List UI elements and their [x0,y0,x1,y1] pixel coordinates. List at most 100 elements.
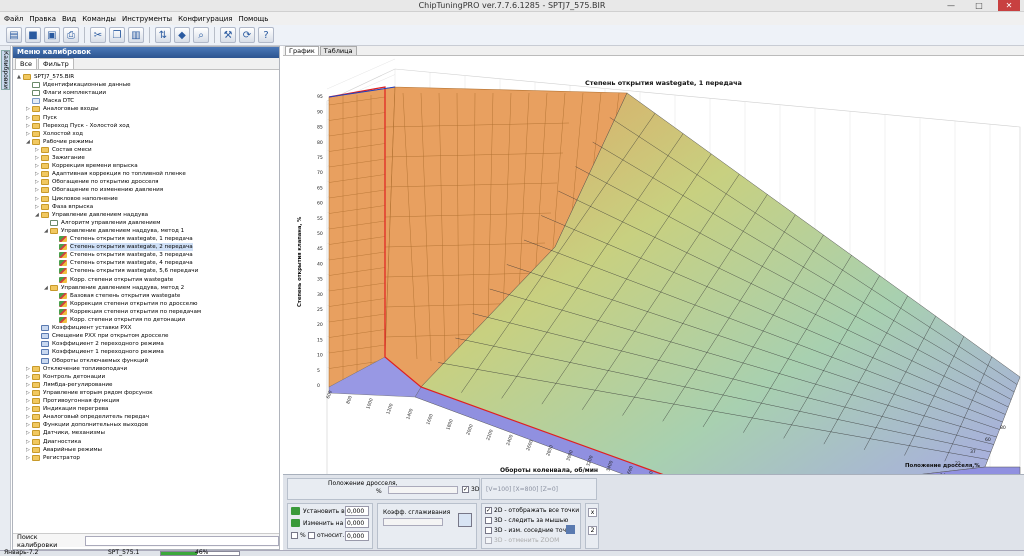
search-input[interactable] [85,535,279,546]
tree-item[interactable]: Коррекция степени открытия по передачам [53,308,201,316]
tree-item[interactable]: ▷ Управление вторым рядом форсунок [26,389,153,397]
compare-icon[interactable]: ⇅ [155,27,171,43]
help-icon[interactable]: ? [258,27,274,43]
surface-plot-3d[interactable]: 0 5 10 15 20 25 30 35 40 45 50 55 60 65 70 75 80 85 90 95 60… [285,57,1022,519]
tree-item[interactable]: ◢ Рабочие режимы [26,138,93,146]
relative-input[interactable]: 0,000 [345,531,369,541]
tree-item[interactable]: Коррекция степени открытия по дросселю [53,300,198,308]
tab-all[interactable]: Все [15,58,38,69]
tree-item[interactable]: Идентификационные данные [26,81,131,89]
tree-item[interactable]: Степень открытия wastegate, 5,6 передачи [53,267,198,275]
opt-3d-zoom-checkbox[interactable] [485,537,492,544]
x-button[interactable]: x [588,508,597,517]
throttle-slider[interactable] [388,486,458,494]
tree-item[interactable]: ▷ Зажигание [35,154,85,162]
tree-item[interactable]: Коэффициент уставки РХХ [35,324,131,332]
tree-item[interactable]: ▷ Состав смеси [35,146,92,154]
change-by-input[interactable]: 0,000 [345,518,369,528]
menu-file[interactable]: Файл [4,15,23,23]
smoothing-slider[interactable] [383,518,443,526]
tree-item[interactable]: Степень открытия wastegate, 3 передача [53,251,193,259]
opt-3d-follow-checkbox[interactable] [485,517,492,524]
tree-item[interactable]: ▷ Индикация перегрева [26,405,108,413]
menu-view[interactable]: Вид [62,15,76,23]
tab-filter[interactable]: Фильтр [38,58,74,69]
tree-item[interactable]: ▷ Регистратор [26,454,80,462]
diamond-icon[interactable]: ◆ [174,27,190,43]
opt-3d-neighbors-label: 3D - изм. соседние точки [494,527,574,534]
tree-item[interactable]: Базовая степень открытия wastegate [53,292,180,300]
tree-item[interactable]: ▷ Фаза впрыска [35,203,93,211]
z-tick-label: 65 [317,185,323,191]
cut-icon[interactable]: ✂ [90,27,106,43]
tree-item[interactable]: ▷ Адаптивная коррекция по топливной пленк… [35,170,186,178]
tree-item[interactable]: ▷ Цикловое наполнение [35,195,118,203]
tree-item-label: Управление давлением наддува [52,211,149,218]
save-icon[interactable]: ■ [25,27,41,43]
tree-item[interactable]: Алгоритм управления давлением [44,219,160,227]
menu-help[interactable]: Помощь [239,15,269,23]
zoom-icon[interactable]: ⌕ [193,27,209,43]
apply-set-icon[interactable] [291,507,300,515]
menu-commands[interactable]: Команды [82,15,116,23]
tree-item[interactable]: ▷ Контроль детонации [26,373,105,381]
tree-item[interactable]: ◢ Управление давлением наддува, метод 2 [44,284,184,292]
progress-fill [161,552,197,555]
tree-item[interactable]: Степень открытия wastegate, 1 передача [53,235,193,243]
two-button[interactable]: 2 [588,526,597,535]
tree-item[interactable]: Смещение РХХ при открытом дросселе [35,332,168,340]
apply-change-icon[interactable] [291,519,300,527]
close-button[interactable]: ✕ [998,0,1020,11]
tree-item[interactable]: ◢ Управление давлением наддува, метод 1 [44,227,184,235]
cb-3d-checkbox[interactable]: ✓ [462,486,469,493]
tree-item[interactable]: Флаги комплектации [26,89,106,97]
set-to-input[interactable]: 0,000 [345,506,369,516]
tree-item[interactable]: Коэффициент 1 переходного режима [35,348,164,356]
tree-item[interactable]: ▷ Аналоговый определитель передач [26,413,149,421]
copy-icon[interactable]: ❐ [109,27,125,43]
tree-item[interactable]: ▷ Переход Пуск - Холостой ход [26,122,130,130]
grid-icon[interactable] [566,525,575,534]
save-as-icon[interactable]: ▣ [44,27,60,43]
smooth-apply-icon[interactable] [458,513,472,527]
tab-table[interactable]: Таблица [319,46,357,55]
minimize-button[interactable]: — [940,0,962,11]
tree-item[interactable]: ▷ Обогащение по изменению давления [35,186,163,194]
maximize-button[interactable]: □ [968,0,990,11]
tree-item[interactable]: ▷ Датчики, механизмы [26,429,105,437]
opt-3d-neighbors-checkbox[interactable] [485,527,492,534]
tree-item[interactable]: ▷ Противоугонная функция [26,397,119,405]
tree-item[interactable]: ▷ Лямбда-регулирование [26,381,112,389]
side-tab-calibrations[interactable]: Калибровки [1,50,10,90]
percent-checkbox[interactable] [291,532,298,539]
tree-item[interactable]: ▷ Функции дополнительных выходов [26,421,148,429]
tree-item[interactable]: Обороты отключаемых функций [35,357,148,365]
tree-item[interactable]: Степень открытия wastegate, 2 передача [53,243,193,252]
menu-edit[interactable]: Правка [29,15,56,23]
tree-item[interactable]: Маска DTC [26,97,74,105]
tree-item[interactable]: Корр. степени открытия wastegate [53,276,173,284]
tree-item[interactable]: ◢ Управление давлением наддува [35,211,148,219]
tree-item[interactable]: ▷ Обогащение по открытию дросселя [35,178,159,186]
tree-item[interactable]: ▷ Пуск [26,114,57,122]
print-icon[interactable]: ⎙ [63,27,79,43]
tree-item[interactable]: Корр. степени открытия по детонации [53,316,185,324]
menu-tools[interactable]: Инструменты [122,15,172,23]
sync-icon[interactable]: ⟳ [239,27,255,43]
tree-item[interactable]: ▷ Аналоговые входы [26,105,99,113]
tree-item[interactable]: Степень открытия wastegate, 4 передача [53,259,193,267]
tree-item[interactable]: ▷ Отключение топливоподачи [26,365,127,373]
opt-2d-all-checkbox[interactable]: ✓ [485,507,492,514]
tree-item[interactable]: ▷ Аварийные режимы [26,446,102,454]
menu-configuration[interactable]: Конфигурация [178,15,232,23]
tree-item[interactable]: Коэффициент 2 переходного режима [35,340,164,348]
tab-graph[interactable]: График [285,46,319,55]
tree-item[interactable]: ▷ Холостой ход [26,130,83,138]
open-file-icon[interactable]: ▤ [6,27,22,43]
paste-icon[interactable]: ▥ [128,27,144,43]
tree-item[interactable]: ▷ Коррекция времени впрыска [35,162,138,170]
tools-icon[interactable]: ⚒ [220,27,236,43]
relative-checkbox[interactable] [308,532,315,539]
tree-item[interactable]: ▲ SPTJ7_575.BIR [17,73,74,81]
tree-item[interactable]: ▷ Диагностика [26,438,81,446]
